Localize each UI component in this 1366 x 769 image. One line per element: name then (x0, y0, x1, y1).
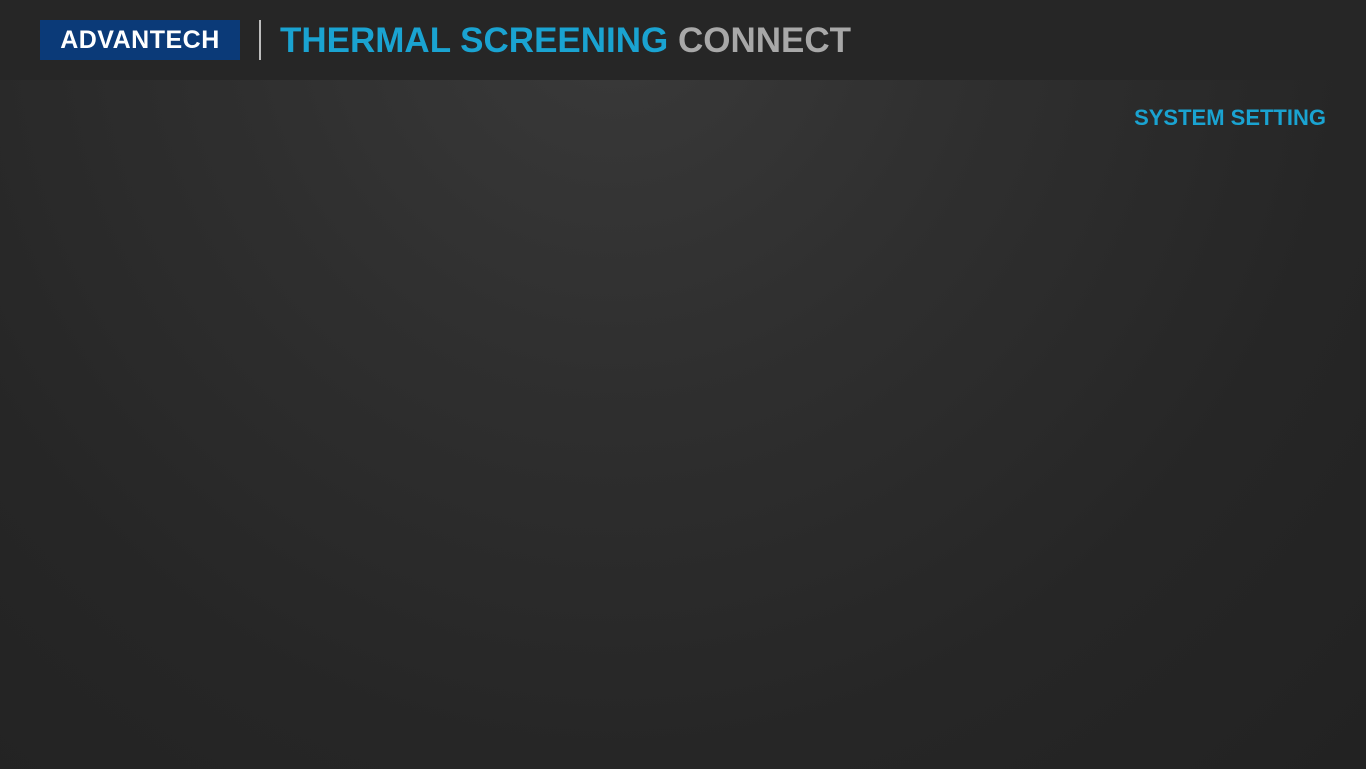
system-setting-link[interactable]: SYSTEM SETTING (1134, 104, 1326, 132)
header-divider (259, 20, 261, 60)
advantech-logo: ADVANTECH (40, 20, 240, 60)
app-title-accent: THERMAL SCREENING (280, 21, 669, 60)
app-title-rest: CONNECT (678, 21, 852, 60)
app-title: THERMAL SCREENING CONNECT (280, 21, 851, 61)
logo-text: ADVANTECH (60, 25, 220, 54)
top-bar: ADVANTECH THERMAL SCREENING CONNECT (0, 0, 1366, 80)
